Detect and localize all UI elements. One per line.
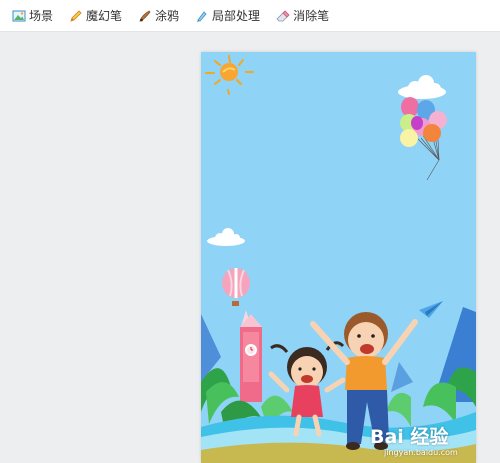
tool-local-edit[interactable]: 局部处理 xyxy=(193,5,262,27)
tool-eraser-pen[interactable]: 消除笔 xyxy=(274,5,331,27)
watermark-sub: jingyan.baidu.com xyxy=(384,448,458,457)
eraser-pen-icon xyxy=(276,9,290,23)
tool-magic-pen-label: 魔幻笔 xyxy=(86,8,123,23)
tool-eraser-pen-label: 消除笔 xyxy=(293,8,330,23)
tool-doodle[interactable]: 涂鸦 xyxy=(136,5,181,27)
magic-pen-icon xyxy=(69,9,83,23)
editor-toolbar: 场景 魔幻笔 涂鸦 局部处理 消除笔 xyxy=(0,0,500,32)
poster-illustration xyxy=(201,52,476,463)
tool-scene[interactable]: 场景 xyxy=(10,5,55,27)
poster-canvas[interactable] xyxy=(201,52,476,463)
scene-icon xyxy=(12,9,26,23)
tool-local-edit-label: 局部处理 xyxy=(212,8,261,23)
watermark-main: Bai 经验 xyxy=(370,426,449,448)
tool-scene-label: 场景 xyxy=(29,8,54,23)
tool-doodle-label: 涂鸦 xyxy=(155,8,180,23)
watermark: Bai 经验 jingyan.baidu.com xyxy=(370,418,500,463)
doodle-icon xyxy=(138,9,152,23)
clock-tower-icon xyxy=(240,310,262,402)
local-edit-icon xyxy=(195,9,209,23)
tool-magic-pen[interactable]: 魔幻笔 xyxy=(67,5,124,27)
